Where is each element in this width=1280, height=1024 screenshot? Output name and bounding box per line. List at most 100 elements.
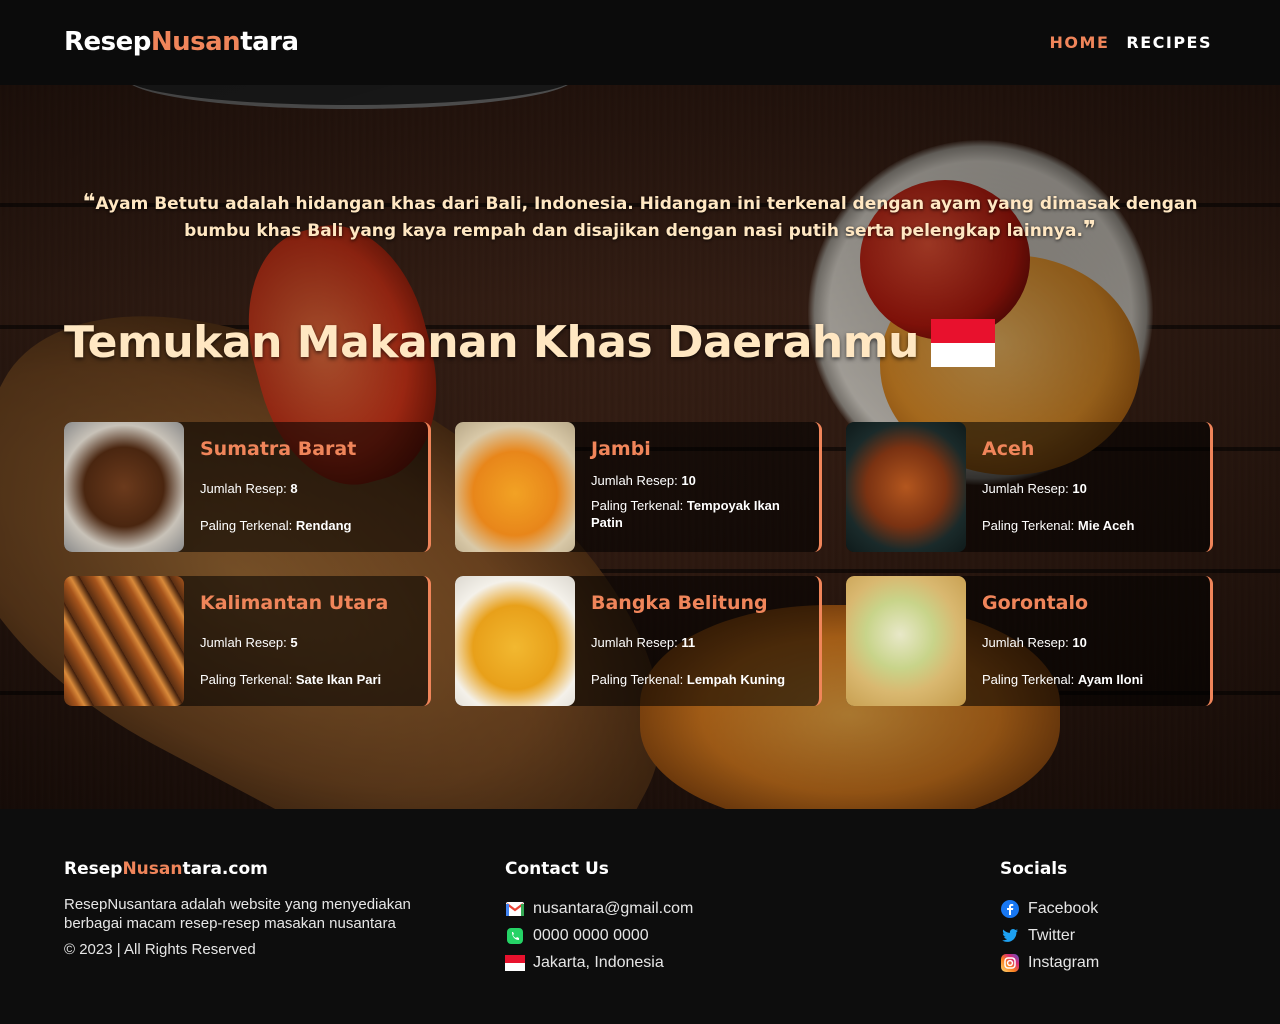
footer-about: ResepNusantara.com ResepNusantara adalah…: [64, 859, 444, 958]
most-famous: Paling Terkenal: Lempah Kuning: [591, 671, 785, 688]
region-card-aceh[interactable]: Aceh Jumlah Resep: 10 Paling Terkenal: M…: [846, 422, 1213, 552]
region-name: Bangka Belitung: [591, 592, 768, 614]
footer-description: ResepNusantara adalah website yang menye…: [64, 896, 411, 932]
region-card-bangka-belitung[interactable]: Bangka Belitung Jumlah Resep: 11 Paling …: [455, 576, 822, 706]
most-famous: Paling Terkenal: Sate Ikan Pari: [200, 671, 388, 688]
most-famous: Paling Terkenal: Ayam Iloni: [982, 671, 1143, 688]
indonesia-flag-icon: [505, 953, 525, 973]
most-famous-label: Paling Terkenal:: [200, 672, 293, 687]
rendang-photo: [64, 422, 184, 552]
recipe-count: Jumlah Resep: 10: [591, 472, 807, 489]
lempah-kuning-photo: [455, 576, 575, 706]
recipe-count: Jumlah Resep: 11: [591, 634, 785, 651]
tempoyak-photo: [455, 422, 575, 552]
social-facebook-text: Facebook: [1028, 899, 1099, 917]
recipe-count-value: 10: [1072, 481, 1087, 496]
most-famous: Paling Terkenal: Rendang: [200, 517, 356, 534]
socials-title: Socials: [1000, 859, 1068, 879]
recipe-count-value: 8: [290, 481, 298, 496]
whatsapp-icon: [505, 926, 525, 946]
most-famous-value: Rendang: [295, 518, 352, 533]
hero-quote-text: Ayam Betutu adalah hidangan khas dari Ba…: [95, 194, 1198, 241]
contact-email-text: nusantara@gmail.com: [533, 899, 694, 917]
contact-location-text: Jakarta, Indonesia: [533, 953, 664, 971]
footer-contact: Contact Us nusantara@gmail.com 0000 0000…: [505, 859, 693, 976]
sate-ikan-pari-photo: [64, 576, 184, 706]
region-card-kalimantan-utara[interactable]: Kalimantan Utara Jumlah Resep: 5 Paling …: [64, 576, 431, 706]
section-heading: Temukan Makanan Khas Daerahmu: [64, 317, 995, 368]
recipe-count: Jumlah Resep: 10: [982, 480, 1134, 497]
most-famous-label: Paling Terkenal:: [200, 518, 293, 533]
footer-brand-nusan: Nusan: [122, 859, 183, 879]
most-famous-label: Paling Terkenal:: [591, 672, 684, 687]
most-famous-label: Paling Terkenal:: [982, 672, 1075, 687]
recipe-count-value: 11: [681, 635, 696, 650]
most-famous-label: Paling Terkenal:: [982, 518, 1075, 533]
recipe-count-label: Jumlah Resep:: [200, 635, 287, 650]
most-famous: Paling Terkenal: Tempoyak Ikan Patin: [591, 497, 807, 531]
recipe-count: Jumlah Resep: 10: [982, 634, 1143, 651]
recipe-count-label: Jumlah Resep:: [591, 635, 678, 650]
recipe-count-label: Jumlah Resep:: [982, 635, 1069, 650]
social-twitter-text: Twitter: [1028, 926, 1076, 944]
region-card-grid: Sumatra Barat Jumlah Resep: 8 Paling Ter…: [64, 422, 1216, 706]
facebook-icon: [1000, 899, 1020, 919]
most-famous-value: Mie Aceh: [1077, 518, 1135, 533]
contact-phone-text: 0000 0000 0000: [533, 926, 649, 944]
most-famous-label: Paling Terkenal:: [591, 498, 684, 513]
region-card-gorontalo[interactable]: Gorontalo Jumlah Resep: 10 Paling Terken…: [846, 576, 1213, 706]
social-facebook-link[interactable]: Facebook: [1000, 895, 1099, 922]
region-name: Gorontalo: [982, 592, 1089, 614]
hero-section: ❝Ayam Betutu adalah hidangan khas dari B…: [0, 85, 1280, 809]
region-name: Kalimantan Utara: [200, 592, 389, 614]
most-famous: Paling Terkenal: Mie Aceh: [982, 517, 1134, 534]
nav-home-link[interactable]: HOME: [1050, 33, 1110, 52]
footer-socials: Socials Facebook Twitter Instagram: [1000, 859, 1099, 976]
main-nav: HOME RECIPES: [1050, 33, 1212, 52]
footer-brand-tara: tara.com: [182, 859, 268, 879]
recipe-count-value: 10: [681, 473, 696, 488]
ayam-iloni-photo: [846, 576, 966, 706]
region-name: Jambi: [591, 438, 651, 460]
region-card-jambi[interactable]: Jambi Jumlah Resep: 10 Paling Terkenal: …: [455, 422, 822, 552]
recipe-count-label: Jumlah Resep:: [591, 473, 678, 488]
contact-email[interactable]: nusantara@gmail.com: [505, 895, 693, 922]
instagram-icon: [1000, 953, 1020, 973]
hero-quote: ❝Ayam Betutu adalah hidangan khas dari B…: [64, 190, 1216, 244]
social-instagram-text: Instagram: [1028, 953, 1100, 971]
recipe-count-label: Jumlah Resep:: [200, 481, 287, 496]
recipe-count-value: 5: [290, 635, 298, 650]
region-name: Aceh: [982, 438, 1035, 460]
gmail-icon: [505, 899, 525, 919]
most-famous-value: Lempah Kuning: [686, 672, 786, 687]
contact-title: Contact Us: [505, 859, 609, 879]
social-instagram-link[interactable]: Instagram: [1000, 949, 1099, 976]
recipe-count-value: 10: [1072, 635, 1087, 650]
most-famous-value: Sate Ikan Pari: [295, 672, 382, 687]
twitter-icon: [1000, 926, 1020, 946]
site-header: ResepNusantara HOME RECIPES: [0, 0, 1280, 85]
indonesia-flag-icon: [930, 318, 995, 367]
site-logo[interactable]: ResepNusantara: [64, 27, 299, 57]
site-footer: ResepNusantara.com ResepNusantara adalah…: [0, 809, 1280, 1024]
recipe-count: Jumlah Resep: 8: [200, 480, 356, 497]
page-title: Temukan Makanan Khas Daerahmu: [64, 317, 919, 368]
footer-brand-resep: Resep: [64, 859, 123, 879]
contact-location: Jakarta, Indonesia: [505, 949, 693, 976]
recipe-count-label: Jumlah Resep:: [982, 481, 1069, 496]
contact-phone[interactable]: 0000 0000 0000: [505, 922, 693, 949]
most-famous-value: Ayam Iloni: [1077, 672, 1144, 687]
logo-text-nusan: Nusan: [150, 27, 241, 57]
region-card-sumatra-barat[interactable]: Sumatra Barat Jumlah Resep: 8 Paling Ter…: [64, 422, 431, 552]
region-name: Sumatra Barat: [200, 438, 357, 460]
recipe-count: Jumlah Resep: 5: [200, 634, 388, 651]
quote-close-icon: ❞: [1082, 217, 1096, 242]
mie-aceh-photo: [846, 422, 966, 552]
footer-brand: ResepNusantara.com: [64, 859, 444, 879]
logo-text-resep: Resep: [64, 27, 151, 57]
quote-open-icon: ❝: [82, 190, 96, 215]
logo-text-tara: tara: [240, 27, 299, 57]
nav-recipes-link[interactable]: RECIPES: [1126, 33, 1212, 52]
footer-copyright: © 2023 | All Rights Reserved: [64, 941, 256, 958]
social-twitter-link[interactable]: Twitter: [1000, 922, 1099, 949]
